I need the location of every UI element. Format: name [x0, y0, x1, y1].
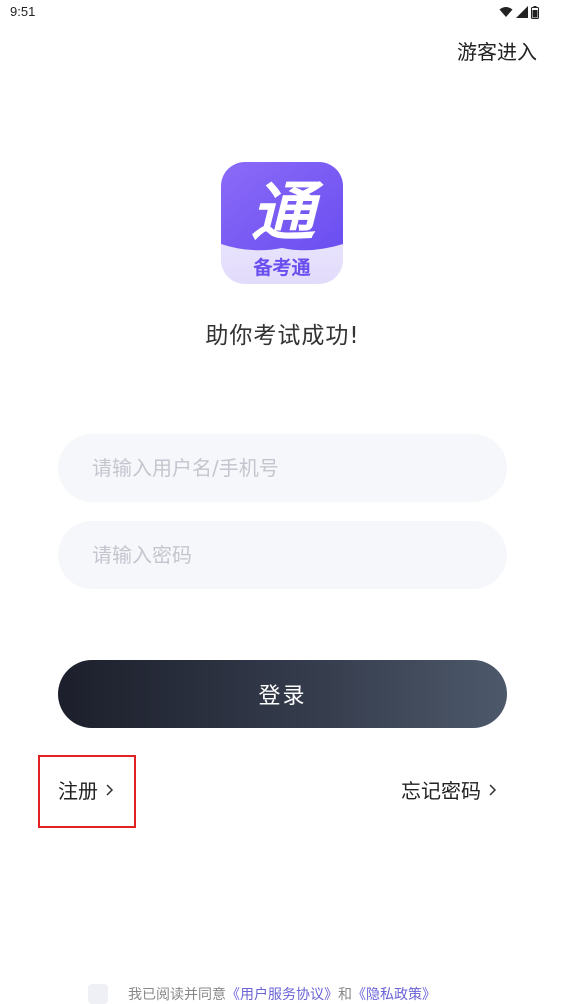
- login-button[interactable]: 登录: [58, 660, 507, 728]
- privacy-policy-link[interactable]: 《隐私政策》: [352, 984, 436, 1004]
- forgot-password-link[interactable]: 忘记密码: [401, 775, 501, 804]
- agreement-conjunction: 和: [338, 987, 352, 1003]
- register-link[interactable]: 注册: [58, 775, 118, 804]
- app-logo: 通 备考通: [221, 162, 343, 284]
- agreement-row: 我已阅读并同意 《用户服务协议》 和 《隐私政策》: [88, 984, 436, 1004]
- logo-glyph: 通: [251, 176, 324, 250]
- agreement-checkbox[interactable]: [88, 984, 108, 1004]
- forgot-password-label: 忘记密码: [401, 779, 481, 803]
- chevron-right-icon: [489, 783, 497, 796]
- battery-icon: [531, 5, 539, 19]
- slogan: 助你考试成功!: [205, 323, 360, 349]
- username-input[interactable]: [58, 434, 507, 502]
- wifi-icon: [499, 7, 513, 17]
- status-bar: 9:51: [0, 0, 565, 24]
- logo-subtext: 备考通: [252, 256, 311, 279]
- password-input[interactable]: [58, 521, 507, 589]
- agreement-prefix: 我已阅读并同意: [128, 987, 226, 1003]
- status-icons: [499, 5, 539, 19]
- status-time: 9:51: [10, 4, 36, 19]
- guest-entry-button[interactable]: 游客进入: [457, 36, 537, 65]
- signal-icon: [516, 6, 528, 18]
- register-label: 注册: [58, 779, 98, 803]
- service-agreement-link[interactable]: 《用户服务协议》: [226, 984, 338, 1004]
- chevron-right-icon: [106, 783, 114, 796]
